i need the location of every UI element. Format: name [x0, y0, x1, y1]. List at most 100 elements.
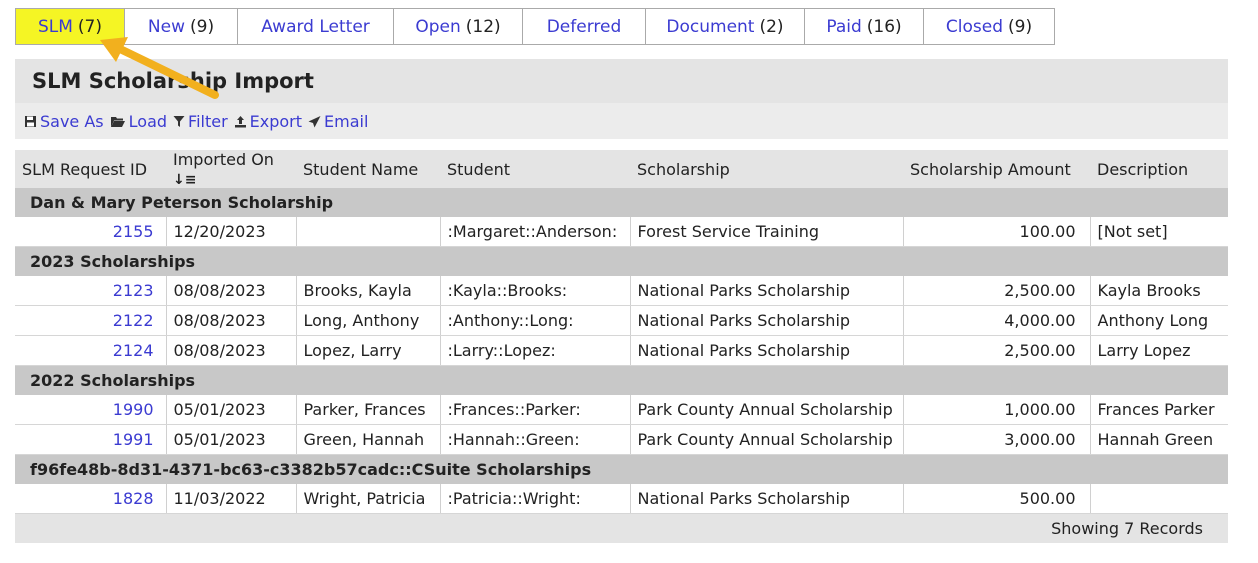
scholarship-cell: National Parks Scholarship	[630, 276, 904, 306]
scholarship-cell: National Parks Scholarship	[630, 335, 904, 366]
col-scholarship[interactable]: Scholarship	[630, 150, 903, 188]
student-cell: :Hannah::Green:	[440, 424, 631, 455]
tab-count: (9)	[190, 16, 215, 37]
tab-count: (16)	[866, 16, 902, 37]
scholarship-cell: National Parks Scholarship	[630, 305, 904, 336]
filter-label: Filter	[188, 111, 228, 131]
description-cell: Kayla Brooks	[1090, 276, 1228, 306]
tab-count: (7)	[77, 16, 103, 37]
group-row: 2023 Scholarships	[15, 246, 1228, 276]
description-cell: Anthony Long	[1090, 305, 1228, 336]
amount-cell: 3,000.00	[903, 424, 1091, 455]
table-row: 2124 08/08/2023 Lopez, Larry :Larry::Lop…	[15, 335, 1228, 366]
tab-new[interactable]: New (9)	[124, 8, 238, 45]
save-icon	[24, 115, 37, 128]
tab-slm[interactable]: SLM (7)	[15, 8, 125, 45]
amount-cell: 4,000.00	[903, 305, 1091, 336]
description-cell	[1090, 484, 1228, 514]
filter-button[interactable]: Filter	[173, 112, 228, 131]
imported-on-cell: 08/08/2023	[166, 305, 297, 336]
student-name-cell: Parker, Frances	[296, 395, 441, 425]
table-row: 2123 08/08/2023 Brooks, Kayla :Kayla::Br…	[15, 276, 1228, 306]
student-name-cell: Brooks, Kayla	[296, 276, 441, 306]
col-slm-request-id[interactable]: SLM Request ID	[15, 150, 166, 188]
toolbar: Save As Load Filter Export Email	[15, 103, 1228, 139]
tab-document[interactable]: Document (2)	[645, 8, 805, 45]
email-button[interactable]: Email	[308, 112, 368, 131]
group-label: Dan & Mary Peterson Scholarship	[15, 188, 1228, 217]
student-name-cell	[296, 217, 441, 247]
student-cell: :Patricia::Wright:	[440, 484, 631, 514]
group-row: Dan & Mary Peterson Scholarship	[15, 188, 1228, 217]
scholarship-cell: National Parks Scholarship	[630, 484, 904, 514]
export-icon	[234, 115, 247, 128]
tab-paid[interactable]: Paid (16)	[804, 8, 924, 45]
tab-label: Closed	[945, 16, 1003, 37]
imported-on-cell: 05/01/2023	[166, 395, 297, 425]
scholarship-table: SLM Request ID Imported On ↓≡ Student Na…	[15, 150, 1228, 543]
load-button[interactable]: Load	[110, 112, 167, 131]
col-student[interactable]: Student	[440, 150, 630, 188]
scholarship-cell: Park County Annual Scholarship	[630, 424, 904, 455]
table-row: 1991 05/01/2023 Green, Hannah :Hannah::G…	[15, 424, 1228, 455]
tab-award-letter[interactable]: Award Letter	[237, 8, 394, 45]
filter-icon	[173, 115, 185, 128]
tab-count: (12)	[465, 16, 501, 37]
table-row: 2155 12/20/2023 :Margaret::Anderson: For…	[15, 217, 1228, 247]
col-imported-on-label: Imported On	[173, 150, 274, 169]
student-name-cell: Green, Hannah	[296, 424, 441, 455]
col-imported-on[interactable]: Imported On ↓≡	[166, 150, 296, 188]
col-student-name[interactable]: Student Name	[296, 150, 440, 188]
student-cell: :Frances::Parker:	[440, 395, 631, 425]
request-id-link[interactable]: 1828	[15, 484, 167, 514]
email-label: Email	[324, 111, 369, 131]
request-id-link[interactable]: 2122	[15, 305, 167, 336]
table-row: 2122 08/08/2023 Long, Anthony :Anthony::…	[15, 305, 1228, 336]
tab-open[interactable]: Open (12)	[393, 8, 523, 45]
description-cell: [Not set]	[1090, 217, 1228, 247]
scholarship-cell: Park County Annual Scholarship	[630, 395, 904, 425]
imported-on-cell: 08/08/2023	[166, 335, 297, 366]
export-label: Export	[249, 111, 303, 131]
request-id-link[interactable]: 2155	[15, 217, 167, 247]
student-name-cell: Long, Anthony	[296, 305, 441, 336]
tab-label: Paid	[826, 16, 862, 37]
student-cell: :Margaret::Anderson:	[440, 217, 631, 247]
tab-count: (2)	[759, 16, 784, 37]
tab-closed[interactable]: Closed (9)	[923, 8, 1055, 45]
tab-label: New	[147, 16, 185, 37]
col-scholarship-amount[interactable]: Scholarship Amount	[903, 150, 1090, 188]
student-cell: :Larry::Lopez:	[440, 335, 631, 366]
save-as-label: Save As	[40, 111, 104, 131]
group-label: 2023 Scholarships	[15, 246, 1228, 276]
request-id-link[interactable]: 1990	[15, 395, 167, 425]
tab-label: Document	[666, 16, 755, 37]
load-label: Load	[128, 111, 168, 131]
scholarship-cell: Forest Service Training	[630, 217, 904, 247]
imported-on-cell: 08/08/2023	[166, 276, 297, 306]
tab-label: SLM	[37, 16, 73, 37]
amount-cell: 2,500.00	[903, 276, 1091, 306]
status-tabs: SLM (7) New (9) Award Letter Open (12) Defe…	[15, 8, 1055, 45]
table-header: SLM Request ID Imported On ↓≡ Student Na…	[15, 150, 1228, 188]
col-description[interactable]: Description	[1090, 150, 1228, 188]
request-id-link[interactable]: 2123	[15, 276, 167, 306]
request-id-link[interactable]: 2124	[15, 335, 167, 366]
request-id-link[interactable]: 1991	[15, 424, 167, 455]
student-name-cell: Wright, Patricia	[296, 484, 441, 514]
imported-on-cell: 11/03/2022	[166, 484, 297, 514]
table-row: 1990 05/01/2023 Parker, Frances :Frances…	[15, 395, 1228, 425]
amount-cell: 500.00	[903, 484, 1091, 514]
import-panel: SLM Scholarship Import Save As Load Filt…	[15, 59, 1228, 543]
save-as-button[interactable]: Save As	[24, 112, 104, 131]
send-icon	[308, 115, 321, 128]
tab-label: Deferred	[546, 16, 622, 37]
export-button[interactable]: Export	[234, 112, 302, 131]
tab-label: Open	[415, 16, 461, 37]
student-name-cell: Lopez, Larry	[296, 335, 441, 366]
group-row: 2022 Scholarships	[15, 365, 1228, 395]
description-cell: Frances Parker	[1090, 395, 1228, 425]
record-count: Showing 7 Records	[15, 513, 1228, 543]
tab-deferred[interactable]: Deferred	[522, 8, 646, 45]
student-cell: :Anthony::Long:	[440, 305, 631, 336]
